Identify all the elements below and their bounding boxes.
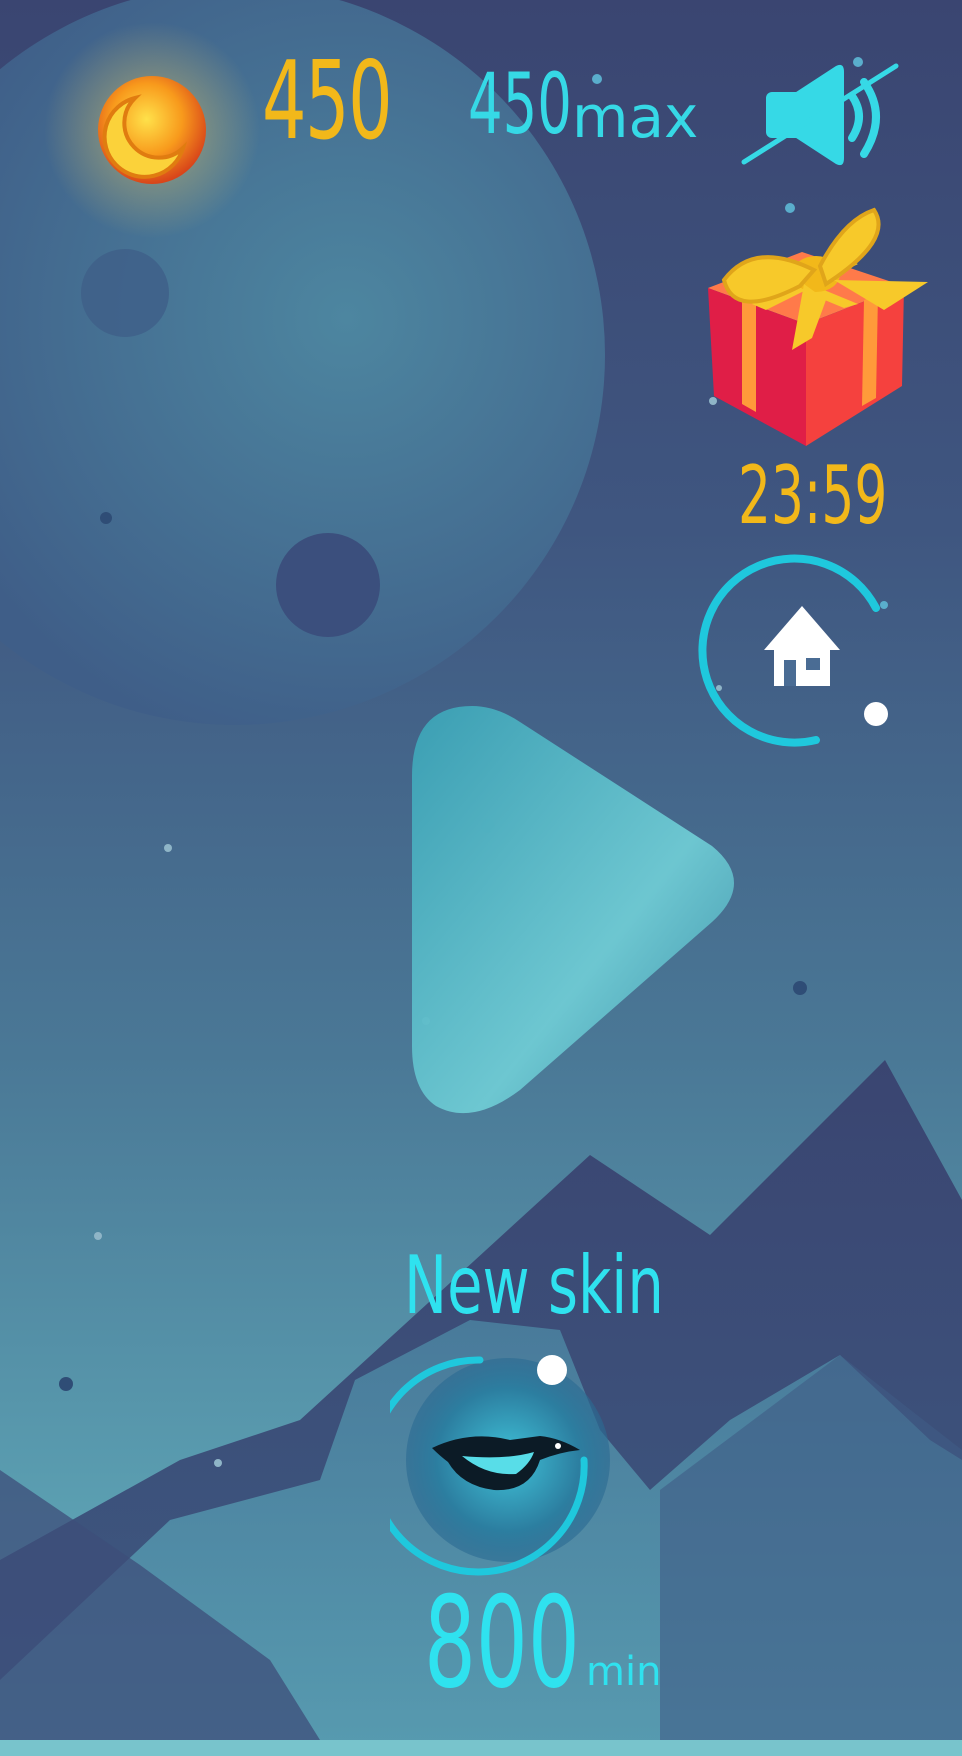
play-icon [412, 706, 734, 1114]
play-button[interactable] [412, 706, 756, 1126]
moon-crater [81, 249, 169, 337]
gift-button[interactable] [694, 200, 934, 460]
sound-toggle-button[interactable] [740, 56, 900, 176]
gift-timer: 23:59 [738, 449, 888, 542]
skin-price: 800 [424, 1569, 580, 1716]
sound-off-icon [741, 63, 899, 166]
ring-dot [864, 702, 888, 726]
gift-icon [708, 207, 928, 446]
home-icon [764, 606, 840, 686]
new-skin-button[interactable] [368, 1346, 630, 1586]
ring-dot [537, 1355, 567, 1385]
moon-crater [276, 533, 380, 637]
max-score: 450 [468, 55, 572, 153]
skin-price-unit: min [586, 1649, 662, 1695]
ground-strip [0, 1740, 962, 1756]
max-score-suffix: max [572, 83, 699, 151]
coin-icon [40, 20, 270, 250]
new-skin-title: New skin [404, 1239, 664, 1332]
coin-count: 450 [262, 39, 393, 164]
